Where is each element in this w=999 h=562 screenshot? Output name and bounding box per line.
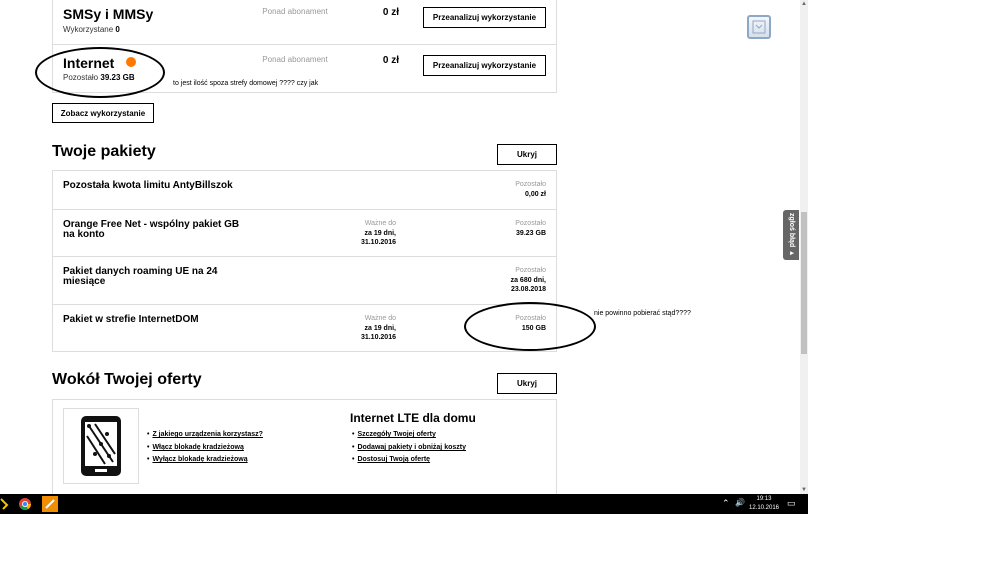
device-link[interactable]: Z jakiego urządzenia korzystasz? bbox=[147, 431, 262, 438]
hide-offer-button[interactable]: Ukryj bbox=[497, 373, 557, 394]
annotation-ellipse bbox=[35, 47, 165, 98]
taskbar: ⌃ 🔊 19:13 12.10.2016 ▭ bbox=[0, 494, 808, 514]
see-usage-button[interactable]: Zobacz wykorzystanie bbox=[52, 103, 154, 123]
service-row-sms: SMSy i MMSy Wykorzystane 0 Ponad aboname… bbox=[53, 0, 556, 45]
chrome-icon[interactable] bbox=[17, 496, 33, 512]
lte-title: Internet LTE dla domu bbox=[350, 411, 476, 425]
speaker-icon[interactable]: 🔊 bbox=[735, 498, 745, 507]
package-row: Pakiet danych roaming UE na 24 miesiące … bbox=[53, 257, 556, 305]
package-name: Orange Free Net - wspólny pakiet GB na k… bbox=[63, 219, 240, 240]
package-validity: Ważne do za 19 dni, 31.10.2016 bbox=[360, 315, 396, 341]
phone-icon bbox=[63, 408, 139, 484]
offer-title: Wokół Twojej oferty bbox=[52, 371, 202, 388]
service-usage: Wykorzystane 0 bbox=[63, 25, 120, 34]
service-price: 0 zł bbox=[382, 55, 399, 66]
browser-viewport: SMSy i MMSy Wykorzystane 0 Ponad aboname… bbox=[0, 0, 808, 514]
package-name: Pakiet danych roaming UE na 24 miesiące bbox=[63, 266, 218, 287]
floating-widget-icon[interactable] bbox=[747, 15, 771, 39]
service-price: 0 zł bbox=[382, 7, 399, 18]
package-validity: Ważne do za 19 dni, 31.10.2016 bbox=[360, 220, 396, 246]
lte-link[interactable]: Dostosuj Twoją ofertę bbox=[352, 456, 430, 463]
package-remaining: Pozostało 39.23 GB bbox=[515, 220, 546, 237]
scroll-down-icon[interactable]: ▼ bbox=[800, 486, 808, 494]
device-link[interactable]: Włącz blokadę kradzieżową bbox=[147, 444, 243, 451]
chevron-up-icon[interactable]: ⌃ bbox=[722, 498, 730, 509]
scrollbar-thumb[interactable] bbox=[801, 212, 807, 354]
lte-link[interactable]: Szczegóły Twojej oferty bbox=[352, 431, 435, 438]
packages-title: Twoje pakiety bbox=[52, 143, 156, 160]
package-remaining: Pozostało za 680 dni, 23.08.2018 bbox=[510, 267, 546, 293]
pin-icon[interactable] bbox=[0, 496, 12, 512]
annotation-ellipse bbox=[464, 302, 596, 351]
feedback-tab[interactable]: zgłoś błąd ▸ bbox=[783, 210, 799, 260]
package-name: Pozostała kwota limitu AntyBillszok bbox=[63, 180, 233, 191]
scroll-up-icon[interactable]: ▲ bbox=[800, 0, 808, 8]
service-name: SMSy i MMSy bbox=[63, 6, 154, 22]
analyze-usage-button[interactable]: Przeanalizuj wykorzystanie bbox=[423, 7, 546, 28]
hide-packages-button[interactable]: Ukryj bbox=[497, 144, 557, 165]
package-row: Pozostała kwota limitu AntyBillszok Pozo… bbox=[53, 171, 556, 210]
clock-time[interactable]: 19:13 bbox=[752, 496, 776, 502]
orange-app-icon[interactable] bbox=[42, 496, 58, 512]
package-row: Orange Free Net - wspólny pakiet GB na k… bbox=[53, 210, 556, 257]
over-subscription-label: Ponad abonament bbox=[262, 55, 328, 64]
annotation-note: nie powinno pobierać stąd???? bbox=[594, 310, 691, 317]
over-subscription-label: Ponad abonament bbox=[262, 7, 328, 16]
analyze-usage-button[interactable]: Przeanalizuj wykorzystanie bbox=[423, 55, 546, 76]
package-remaining: Pozostało 0,00 zł bbox=[515, 181, 546, 198]
package-name: Pakiet w strefie InternetDOM bbox=[63, 314, 199, 325]
offer-card: Z jakiego urządzenia korzystasz? Włącz b… bbox=[52, 399, 557, 499]
annotation-note: to jest ilość spoza strefy domowej ???? … bbox=[173, 80, 319, 87]
lte-link[interactable]: Dodawaj pakiety i obniżaj koszty bbox=[352, 444, 466, 451]
notification-icon[interactable]: ▭ bbox=[787, 498, 796, 509]
device-link[interactable]: Wyłącz blokadę kradzieżową bbox=[147, 456, 247, 463]
clock-date[interactable]: 12.10.2016 bbox=[746, 505, 782, 511]
